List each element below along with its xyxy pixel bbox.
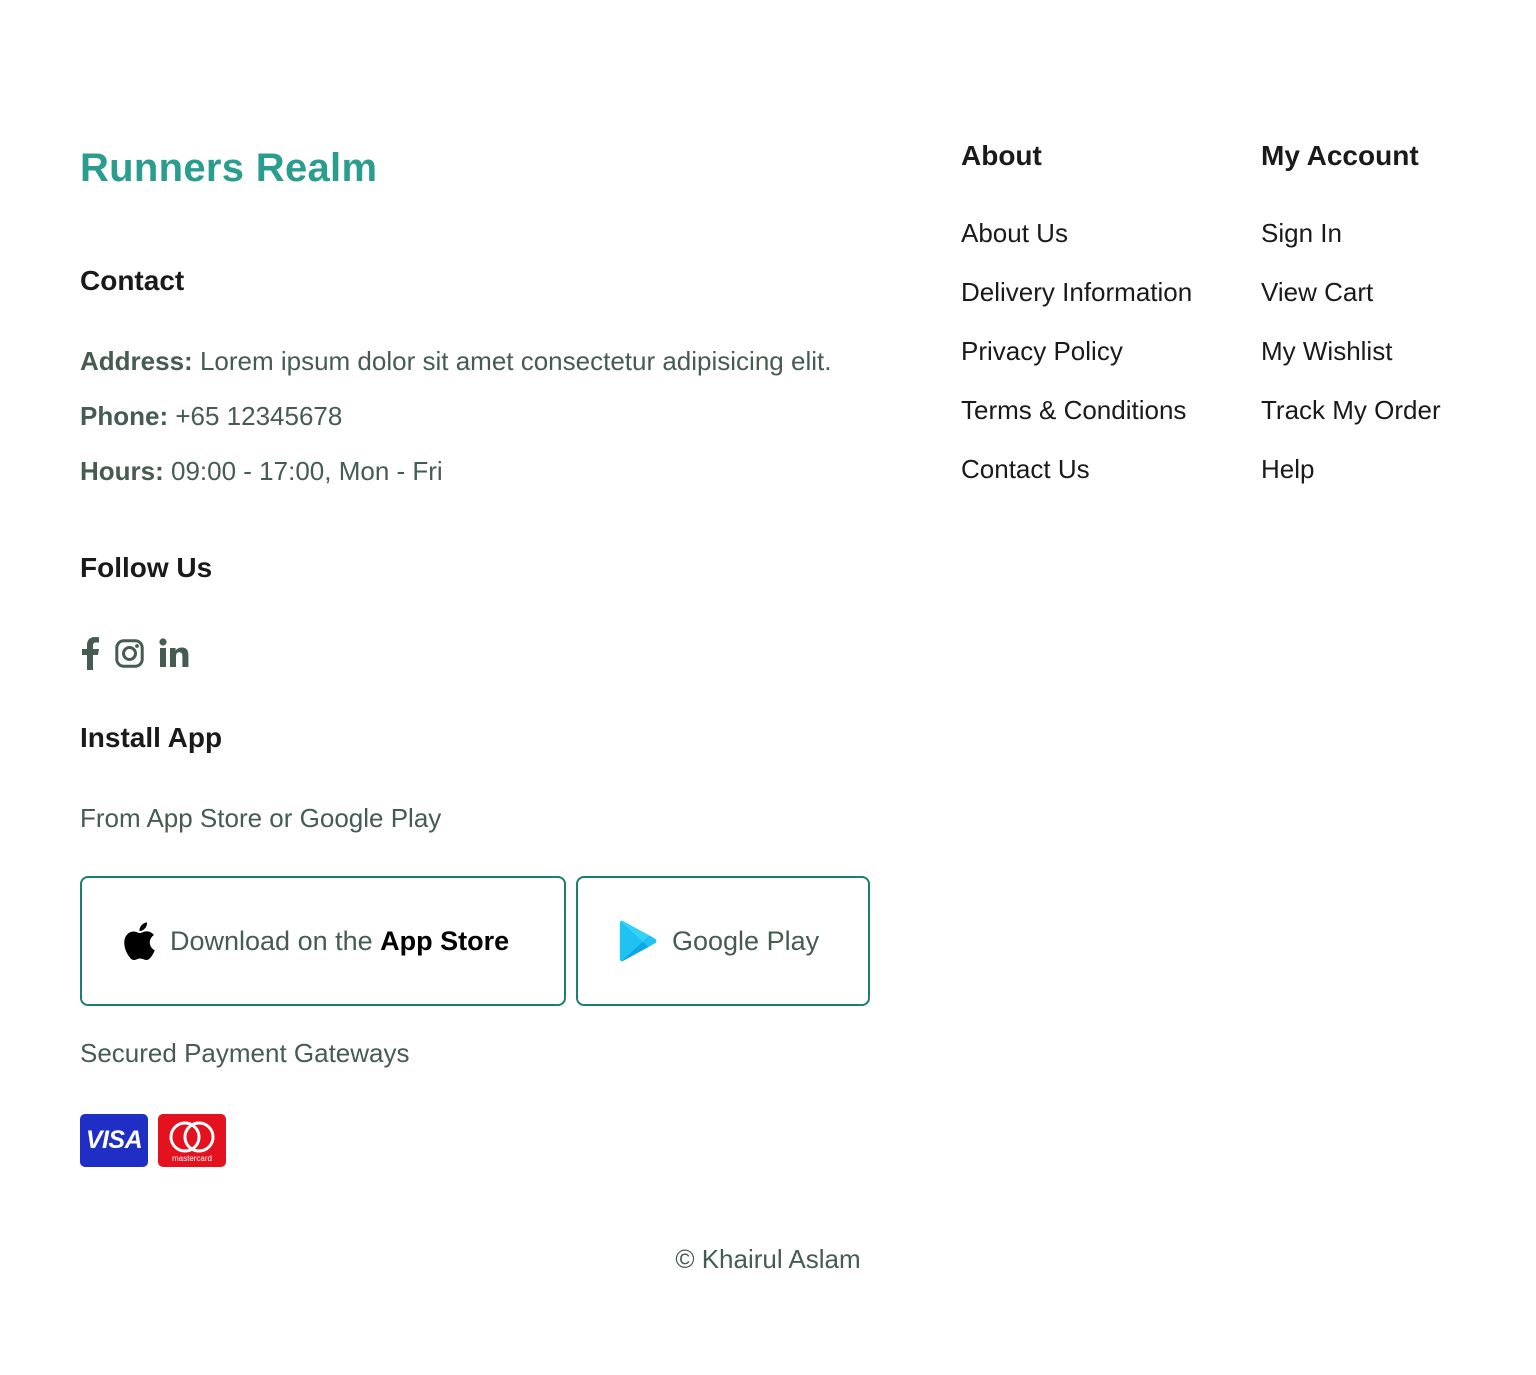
about-title: About [961,140,1042,171]
about-link-terms: Terms & Conditions [961,395,1192,454]
contact-heading: Contact [80,265,185,296]
visa-logo: VISA [80,1114,148,1167]
linkedin-icon[interactable] [158,636,190,670]
help-link[interactable]: Help [1261,454,1314,484]
install-heading: Install App [80,722,223,753]
hours-line: Hours: 09:00 - 17:00, Mon - Fri [80,456,443,487]
google-play-label: Google Play [672,925,820,956]
app-store-label: Download on the App Store [170,926,509,957]
site-footer: Runners Realm Contact Address: Lorem ips… [0,0,1536,1375]
facebook-icon[interactable] [80,636,100,670]
contact-us-link[interactable]: Contact Us [961,454,1090,484]
account-link-wishlist: My Wishlist [1261,336,1441,395]
account-link-track-order: Track My Order [1261,395,1441,454]
mastercard-logo: mastercard [158,1114,226,1167]
phone-label: Phone: [80,401,169,431]
account-title: My Account [1261,140,1419,171]
mastercard-text: mastercard [171,1154,212,1163]
my-wishlist-link[interactable]: My Wishlist [1261,336,1392,366]
about-link-about-us: About Us [961,218,1192,277]
follow-heading: Follow Us [80,552,213,583]
delivery-information-link[interactable]: Delivery Information [961,277,1192,307]
phone-value: +65 12345678 [175,401,343,431]
payment-cards: VISA mastercard [80,1114,226,1167]
instagram-icon[interactable] [114,636,144,670]
about-us-link[interactable]: About Us [961,218,1068,248]
about-link-privacy: Privacy Policy [961,336,1192,395]
app-store-name: App Store [380,925,510,956]
hours-value: 09:00 - 17:00, Mon - Fri [171,456,443,486]
sign-in-link[interactable]: Sign In [1261,218,1342,248]
account-links: Sign In View Cart My Wishlist Track My O… [1261,218,1441,513]
app-store-button[interactable]: Download on the App Store [80,876,566,1006]
payment-label: Secured Payment Gateways [80,1038,410,1068]
brand-logo[interactable]: Runners Realm [80,146,377,191]
view-cart-link[interactable]: View Cart [1261,277,1373,307]
install-subtitle: From App Store or Google Play [80,803,442,833]
about-link-delivery: Delivery Information [961,277,1192,336]
terms-conditions-link[interactable]: Terms & Conditions [961,395,1186,425]
google-play-button[interactable]: Google Play [576,876,870,1006]
about-links: About Us Delivery Information Privacy Po… [961,218,1192,513]
about-link-contact: Contact Us [961,454,1192,513]
address-value: Lorem ipsum dolor sit amet consectetur a… [199,346,832,376]
address-line: Address: Lorem ipsum dolor sit amet cons… [80,346,831,377]
google-play-icon [618,920,658,962]
account-link-sign-in: Sign In [1261,218,1441,277]
visa-text: VISA [85,1126,143,1154]
track-my-order-link[interactable]: Track My Order [1261,395,1441,425]
hours-label: Hours: [80,456,164,486]
privacy-policy-link[interactable]: Privacy Policy [961,336,1123,366]
account-column: My Account Sign In View Cart My Wishlist… [1261,140,1441,513]
account-link-help: Help [1261,454,1441,513]
copyright-text: © Khairul Aslam [675,1244,861,1274]
address-label: Address: [80,346,193,376]
account-link-view-cart: View Cart [1261,277,1441,336]
apple-icon [122,922,156,960]
phone-line: Phone: +65 12345678 [80,401,342,432]
social-links [80,636,190,670]
about-column: About About Us Delivery Information Priv… [961,140,1192,513]
app-store-prefix: Download on the [170,925,373,956]
